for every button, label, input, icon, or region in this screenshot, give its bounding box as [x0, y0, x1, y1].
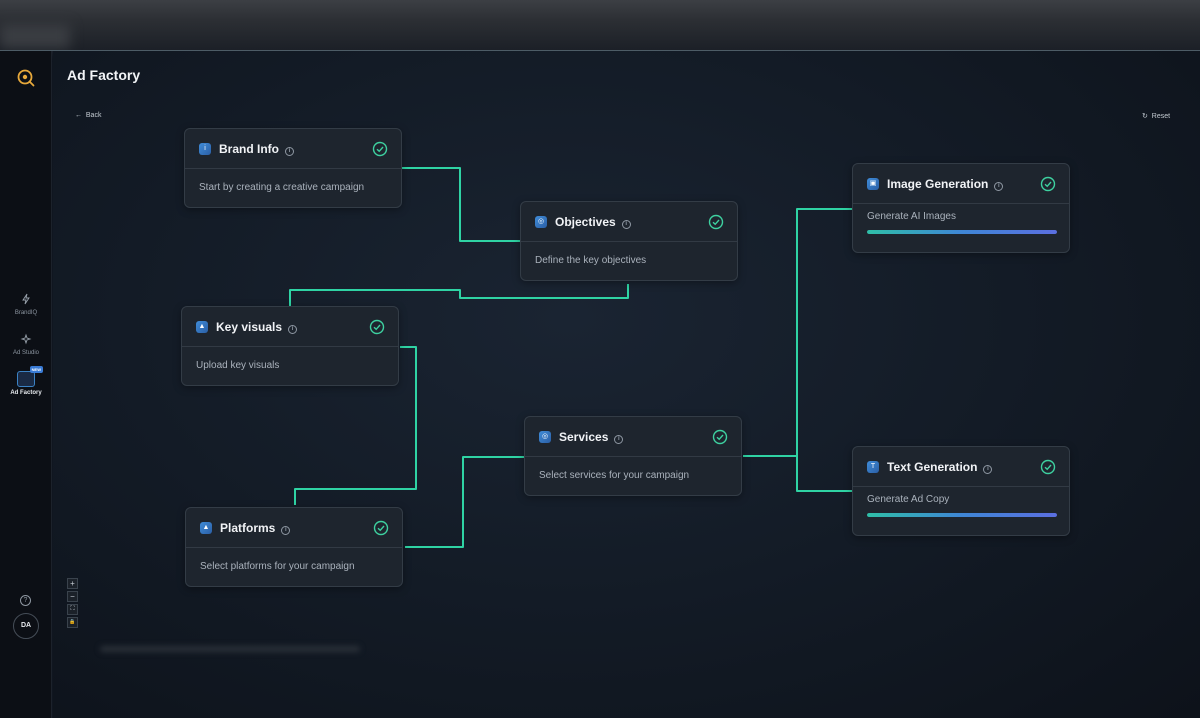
- node-description: Generate AI Images: [867, 211, 956, 222]
- node-description: Select platforms for your campaign: [200, 561, 355, 572]
- zoom-in-button[interactable]: +: [67, 578, 78, 589]
- progress-fill: [867, 230, 1057, 234]
- services-icon: ◎: [539, 431, 551, 443]
- blurred-footer: [100, 646, 360, 652]
- node-title: Key visuals i: [216, 320, 298, 334]
- node-text-generation[interactable]: T Text Generation i Generate Ad Copy: [852, 446, 1070, 536]
- sidebar-item-label: Ad Studio: [12, 350, 40, 356]
- info-icon[interactable]: i: [288, 325, 298, 334]
- node-header: ▣ Image Generation i: [853, 164, 1069, 204]
- node-header: T Text Generation i: [853, 447, 1069, 487]
- check-circle-icon: [712, 429, 728, 445]
- sidebar: BrandIQ Ad Studio NEW Ad Factory ? DA: [0, 51, 52, 718]
- check-circle-icon: [373, 520, 389, 536]
- refresh-icon: ↻: [1142, 113, 1148, 120]
- zoom-controls: + − ⛶ 🔒: [67, 578, 79, 630]
- info-badge-icon: i: [199, 143, 211, 155]
- avatar[interactable]: DA: [13, 613, 39, 639]
- node-description: Select services for your campaign: [539, 470, 690, 481]
- zoom-out-button[interactable]: −: [67, 591, 78, 602]
- node-brand-info[interactable]: i Brand Info i Start by creating a creati…: [184, 128, 402, 208]
- node-title: Platforms i: [220, 521, 291, 535]
- node-key-visuals[interactable]: ▲ Key visuals i Upload key visuals: [181, 306, 399, 386]
- lightning-icon: [0, 293, 52, 307]
- info-icon[interactable]: i: [983, 465, 993, 474]
- info-icon[interactable]: i: [994, 182, 1004, 191]
- progress-fill: [867, 513, 1057, 517]
- check-circle-icon: [1040, 459, 1056, 475]
- node-header: ◎ Objectives i: [521, 202, 737, 242]
- logo-icon: [17, 69, 35, 87]
- node-description: Define the key objectives: [535, 255, 647, 266]
- target-icon: ◎: [535, 216, 547, 228]
- text-icon: T: [867, 461, 879, 473]
- info-icon[interactable]: i: [281, 526, 291, 535]
- page-title: Ad Factory: [67, 67, 141, 83]
- blurred-browser-bar: [0, 0, 1200, 50]
- node-title: Text Generation i: [887, 460, 993, 474]
- node-services[interactable]: ◎ Services i Select services for your cam…: [524, 416, 742, 496]
- progress-bar: [867, 230, 1057, 234]
- node-title: Image Generation i: [887, 177, 1004, 191]
- sidebar-item-label: Ad Factory: [10, 390, 42, 396]
- lock-button[interactable]: 🔒: [67, 617, 78, 628]
- help-icon[interactable]: ?: [20, 595, 31, 606]
- arrow-left-icon: ←: [75, 112, 82, 119]
- sidebar-item-brandiq[interactable]: BrandIQ: [0, 293, 52, 316]
- node-description: Upload key visuals: [196, 360, 280, 371]
- check-circle-icon: [708, 214, 724, 230]
- platform-icon: ▲: [200, 522, 212, 534]
- sidebar-item-ad-factory[interactable]: NEW Ad Factory: [0, 366, 52, 396]
- node-objectives[interactable]: ◎ Objectives i Define the key objectives: [520, 201, 738, 281]
- node-header: ▲ Key visuals i: [182, 307, 398, 347]
- node-title: Objectives i: [555, 215, 631, 229]
- check-circle-icon: [1040, 176, 1056, 192]
- progress-bar: [867, 513, 1057, 517]
- sidebar-item-ad-studio[interactable]: Ad Studio: [0, 333, 52, 356]
- node-header: ◎ Services i: [525, 417, 741, 457]
- node-title: Brand Info i: [219, 142, 294, 156]
- info-icon[interactable]: i: [285, 147, 294, 156]
- sparkle-icon: [0, 333, 52, 347]
- back-button[interactable]: ← Back: [75, 112, 101, 119]
- node-header: i Brand Info i: [185, 129, 401, 169]
- info-icon[interactable]: i: [614, 435, 624, 444]
- new-badge: NEW: [29, 366, 43, 373]
- back-label: Back: [85, 112, 102, 119]
- node-image-generation[interactable]: ▣ Image Generation i Generate AI Images: [852, 163, 1070, 253]
- factory-icon: NEW: [17, 366, 43, 387]
- image-stack-icon: ▲: [196, 321, 208, 333]
- node-description: Start by creating a creative campaign: [199, 182, 365, 193]
- check-circle-icon: [372, 141, 388, 157]
- check-circle-icon: [369, 319, 385, 335]
- node-platforms[interactable]: ▲ Platforms i Select platforms for your c…: [185, 507, 403, 587]
- reset-label: Reset: [1151, 113, 1171, 120]
- sidebar-item-label: BrandIQ: [14, 310, 38, 316]
- node-title: Services i: [559, 430, 624, 444]
- node-header: ▲ Platforms i: [186, 508, 402, 548]
- node-description: Generate Ad Copy: [867, 494, 950, 505]
- fit-view-button[interactable]: ⛶: [67, 604, 78, 615]
- reset-button[interactable]: ↻ Reset: [1142, 112, 1170, 120]
- info-icon[interactable]: i: [621, 220, 631, 229]
- image-icon: ▣: [867, 178, 879, 190]
